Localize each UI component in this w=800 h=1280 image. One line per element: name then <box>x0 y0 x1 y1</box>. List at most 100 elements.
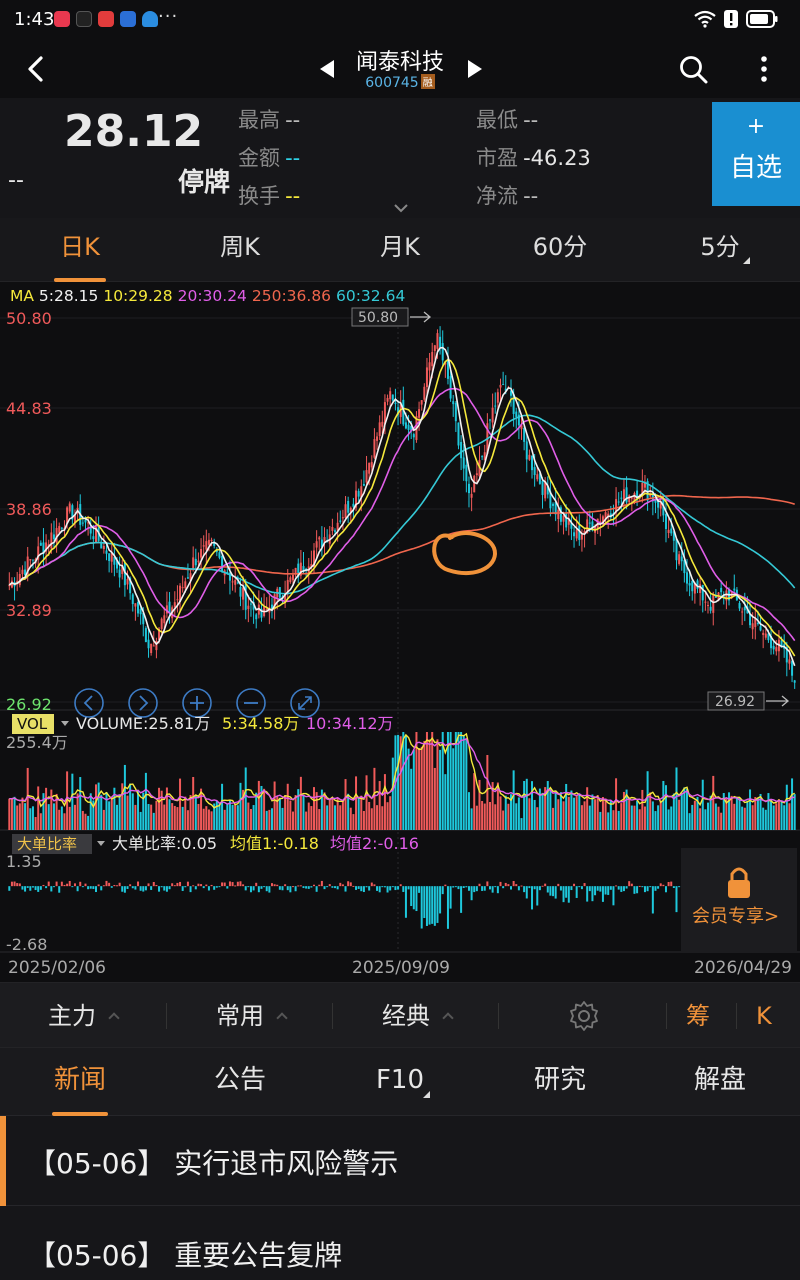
zoom-out-button[interactable] <box>236 688 266 718</box>
volume-bar <box>586 787 589 830</box>
candle-body <box>134 603 137 607</box>
news-item[interactable]: 【05-06】 重要公告复牌 <box>0 1208 800 1280</box>
classic-indicators-button[interactable]: 经典 <box>382 983 454 1049</box>
volume-bar <box>81 810 84 830</box>
volume-bar <box>562 801 565 830</box>
kline-chart[interactable]: 50.80 44.83 38.86 32.89 26.92 50.80 26.9… <box>0 282 800 982</box>
volume-bars <box>8 732 796 830</box>
big-order-bar <box>607 886 610 895</box>
big-order-bar <box>473 886 476 893</box>
big-order-bar <box>507 884 510 887</box>
candle-body <box>470 493 473 498</box>
tab-research[interactable]: 研究 <box>480 1048 640 1116</box>
tab-monthly-k[interactable]: 月K <box>320 218 480 282</box>
big-order-bar <box>670 881 673 887</box>
tab-f10[interactable]: F10 <box>320 1048 480 1116</box>
volume-bar <box>520 818 523 830</box>
volume-bar <box>793 794 796 830</box>
vol-dropdown-icon[interactable] <box>61 721 69 726</box>
more-options-icon[interactable] <box>756 54 772 84</box>
big-order-bar <box>376 886 379 891</box>
main-force-button[interactable]: 主力 <box>48 983 120 1049</box>
big-order-bar <box>228 881 231 887</box>
news-item[interactable]: 【05-06】 实行退市风险警示 <box>0 1116 800 1206</box>
big-order-bar <box>284 884 287 887</box>
volume-bar <box>465 738 468 830</box>
volume-bar <box>462 734 465 830</box>
big-order-bar <box>649 886 652 888</box>
scroll-left-button[interactable] <box>74 688 104 718</box>
member-only-overlay[interactable]: 会员专享> <box>681 848 797 952</box>
big-order-bar <box>68 880 71 887</box>
common-indicators-button[interactable]: 常用 <box>216 983 288 1049</box>
volume-bar <box>609 800 612 830</box>
big-order-bar <box>436 886 439 923</box>
tab-weekly-k[interactable]: 周K <box>160 218 320 282</box>
volume-bar <box>481 801 484 830</box>
volume-bar <box>473 773 476 830</box>
big-order-bar <box>596 886 599 891</box>
amount-value: -- <box>285 146 301 170</box>
settings-gear-icon[interactable] <box>568 1000 600 1032</box>
search-icon[interactable] <box>678 54 708 84</box>
volume-bar <box>31 806 34 830</box>
candle-body <box>699 584 702 594</box>
big-order-bar <box>449 886 452 909</box>
candle-body <box>218 552 221 558</box>
candle-body <box>709 606 712 611</box>
tab-daily-k[interactable]: 日K <box>0 218 160 282</box>
big-order-bar <box>567 886 570 903</box>
candle-body <box>344 504 347 518</box>
big-order-bar <box>675 886 678 913</box>
big-order-bar <box>347 881 350 887</box>
volume-bar <box>735 796 738 830</box>
candle-body <box>454 403 457 422</box>
volume-bar <box>565 783 568 830</box>
big-order-bar <box>557 883 560 887</box>
volume-bar <box>60 806 63 830</box>
turnover-row: 换手 -- <box>238 180 300 210</box>
tab-announcements[interactable]: 公告 <box>160 1048 320 1116</box>
scroll-right-button[interactable] <box>128 688 158 718</box>
fullscreen-button[interactable] <box>290 688 320 718</box>
volume-bar <box>52 803 55 830</box>
candle-body <box>751 623 754 630</box>
volume-bar <box>525 778 528 830</box>
candle-body <box>759 626 762 631</box>
vol-badge[interactable]: VOL <box>17 715 48 733</box>
volume-bar <box>615 778 618 830</box>
divider <box>498 1003 499 1029</box>
volume-bar <box>318 809 321 830</box>
tab-60-minute[interactable]: 60分 <box>480 218 640 282</box>
chips-button[interactable]: 筹 <box>686 983 710 1049</box>
add-to-watchlist-button[interactable]: + 自选 <box>712 102 800 206</box>
tab-5-minute[interactable]: 5分 <box>640 218 800 282</box>
big-order-bar <box>24 886 27 892</box>
big-order-dropdown-icon[interactable] <box>97 841 105 846</box>
next-stock-icon[interactable] <box>466 59 484 79</box>
tab-analysis[interactable]: 解盘 <box>640 1048 800 1116</box>
volume-bar <box>134 804 137 830</box>
big-order-bar <box>13 881 16 887</box>
big-order-bar <box>570 886 573 891</box>
low-row: 最低 -- <box>476 104 538 134</box>
expand-chevron-icon[interactable] <box>392 202 410 214</box>
volume-bar <box>499 796 502 830</box>
big-order-bar <box>546 886 549 893</box>
big-order-bar <box>313 884 316 887</box>
volume-bar <box>436 739 439 830</box>
tab-news[interactable]: 新闻 <box>0 1048 160 1116</box>
indicator-toolbar: 主力 常用 经典 筹 K <box>0 982 800 1048</box>
candle-body <box>394 402 397 405</box>
big-order-bar <box>239 881 242 887</box>
volume-bar <box>580 805 583 830</box>
k-line-button[interactable]: K <box>756 983 772 1049</box>
big-order-bar <box>102 885 105 887</box>
big-order-badge[interactable]: 大单比率 <box>17 835 77 853</box>
volume-bar <box>433 767 436 830</box>
zoom-in-button[interactable] <box>182 688 212 718</box>
tab-f10-label: F10 <box>375 1065 425 1095</box>
big-order-bar <box>573 883 576 887</box>
big-order-bar <box>381 886 384 888</box>
volume-bar <box>215 800 218 830</box>
